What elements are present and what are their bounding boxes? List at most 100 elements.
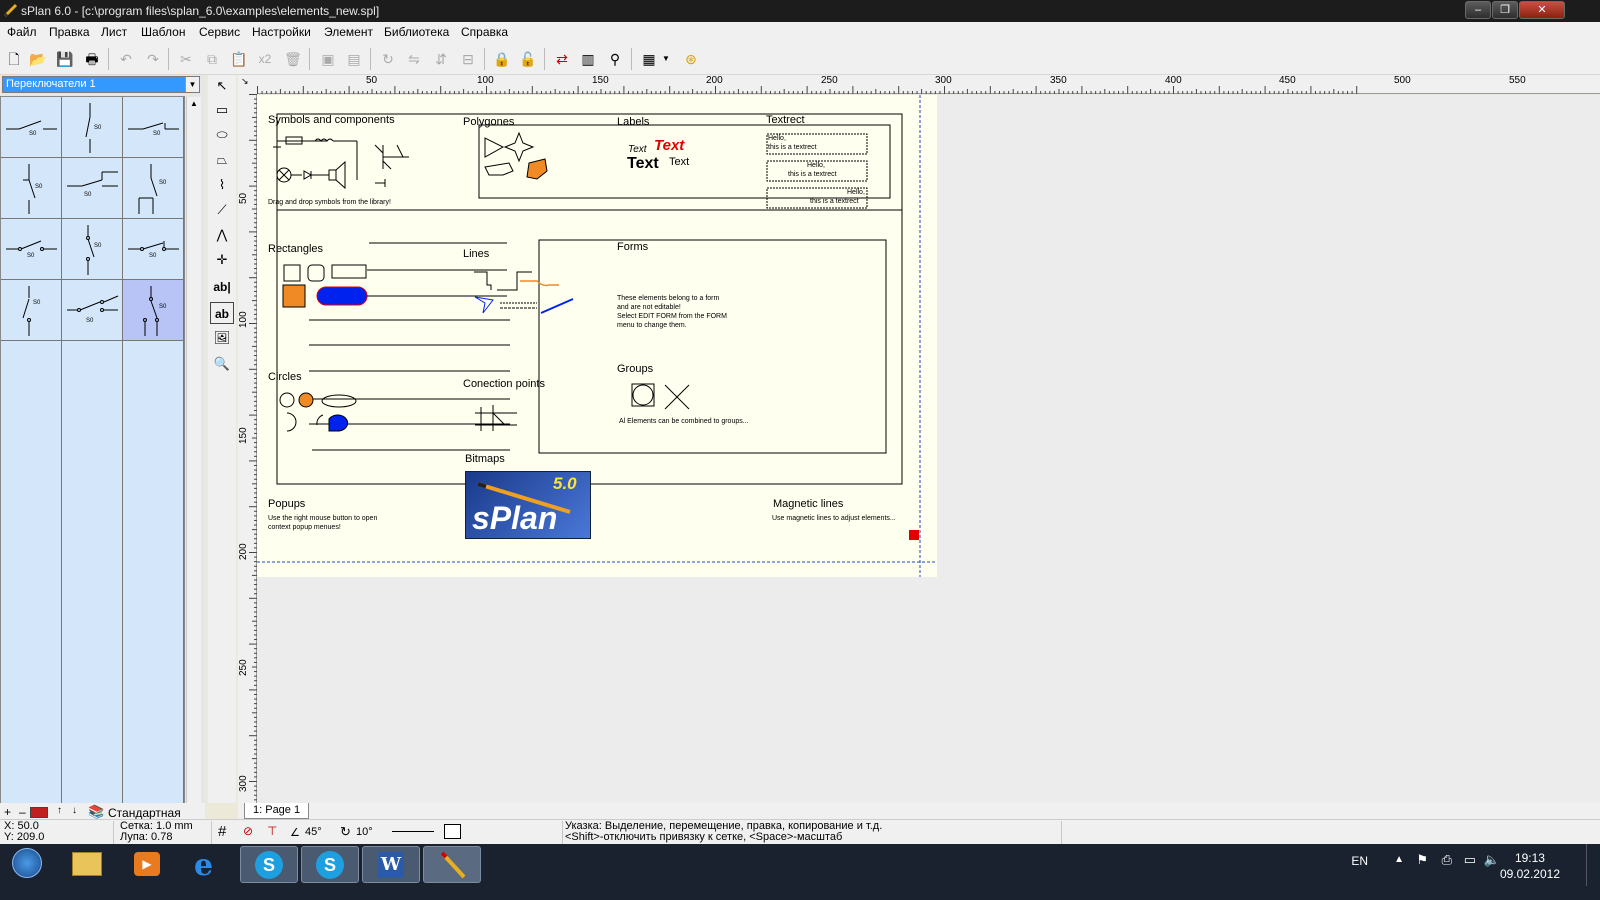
splan-logo-image[interactable]: 5.0 sPlan: [465, 471, 591, 539]
polygon-tool-icon[interactable]: ⏢: [210, 149, 234, 171]
group-circle[interactable]: [632, 384, 654, 406]
menu-edit[interactable]: Правка: [49, 25, 90, 39]
rect-blue-pill[interactable]: [316, 286, 368, 306]
textrect-tool-button[interactable]: ab: [210, 302, 234, 324]
menu-element[interactable]: Элемент: [324, 25, 373, 39]
rotate-step-icon[interactable]: ↻: [340, 824, 351, 840]
language-indicator[interactable]: EN: [1351, 854, 1368, 868]
bezier-tool-icon[interactable]: ⌇: [210, 174, 234, 196]
cut-icon[interactable]: ✂: [176, 49, 196, 69]
tab-page-1[interactable]: 1: Page 1: [244, 803, 310, 819]
magnetic-marker[interactable]: [909, 530, 919, 540]
binoculars-search-icon[interactable]: ⚲: [605, 49, 625, 69]
library-scrollbar[interactable]: ▲ ▼: [186, 97, 201, 817]
tray-network-icon[interactable]: ▭: [1464, 852, 1476, 868]
connection-point-icon[interactable]: ✛: [210, 249, 234, 271]
taskbar-internet-explorer[interactable]: e: [180, 846, 238, 883]
menu-sheet[interactable]: Лист: [101, 25, 127, 39]
library-edit-icon[interactable]: [30, 807, 48, 818]
symbol-switch-1[interactable]: S0: [1, 97, 62, 158]
taskbar-splan[interactable]: [423, 846, 481, 883]
start-button[interactable]: [2, 846, 52, 882]
fill-color-preview[interactable]: [444, 824, 461, 839]
print-icon[interactable]: 🖶: [82, 49, 102, 69]
rectangle-tool-icon[interactable]: ▭: [210, 99, 234, 121]
copy-icon[interactable]: ⧉: [202, 49, 222, 69]
unlock-icon[interactable]: 🔓: [518, 49, 538, 69]
label-plain-text[interactable]: Text: [669, 156, 689, 168]
symbol-switch-12-selected[interactable]: S0: [123, 280, 184, 341]
mirror-horizontal-icon[interactable]: ⇋: [404, 49, 424, 69]
symbol-switch-4[interactable]: S0: [1, 158, 62, 219]
library-select[interactable]: Переключатели 1 ▼: [2, 76, 200, 93]
paste-icon[interactable]: 📋: [229, 49, 249, 69]
label-bold-text[interactable]: Text: [627, 155, 659, 173]
ellipse[interactable]: [321, 394, 357, 408]
image-tool-icon[interactable]: 🖼: [210, 327, 234, 349]
minimize-button[interactable]: –: [1465, 1, 1491, 19]
polygon-shape[interactable]: [484, 162, 514, 176]
menu-help[interactable]: Справка: [461, 25, 508, 39]
taskbar-clock[interactable]: 19:13 09.02.2012: [1500, 850, 1560, 882]
line-style-preview[interactable]: [392, 831, 434, 832]
rect-wide[interactable]: [331, 264, 367, 279]
pin-icon[interactable]: ⊤: [267, 824, 277, 838]
zoom-lens-icon[interactable]: ⊛: [681, 49, 701, 69]
align-icon[interactable]: ⊟: [458, 49, 478, 69]
circle[interactable]: [279, 392, 295, 408]
pointer-arrow-icon[interactable]: ↖: [210, 75, 234, 97]
bring-front-icon[interactable]: ▣: [318, 49, 338, 69]
symbol-switch-3[interactable]: S0: [123, 97, 184, 158]
save-icon[interactable]: 💾: [55, 49, 75, 69]
show-desktop-button[interactable]: [1586, 844, 1600, 886]
library-book-icon[interactable]: 📚: [88, 804, 104, 820]
grid-toggle-icon[interactable]: #: [218, 823, 226, 840]
taskbar-skype[interactable]: S: [240, 846, 298, 883]
symbol-switch-2[interactable]: S0: [62, 97, 123, 158]
drawing-canvas[interactable]: Symbols and components Drag and drop sym…: [257, 95, 1600, 803]
rotate-value[interactable]: 10°: [356, 826, 373, 838]
rect-rounded[interactable]: [307, 264, 325, 282]
symbol-switch-8[interactable]: S0: [62, 219, 123, 280]
taskbar-explorer[interactable]: [58, 846, 116, 883]
polygon-triangle[interactable]: [484, 137, 505, 158]
chevron-down-icon[interactable]: ▼: [185, 77, 199, 92]
menu-library[interactable]: Библиотека: [384, 25, 449, 39]
line-blue[interactable]: [540, 298, 574, 314]
label-red-text[interactable]: Text: [654, 137, 684, 154]
symbol-switch-5[interactable]: S0: [62, 158, 123, 219]
symbol-switch-10[interactable]: S0: [1, 280, 62, 341]
tray-device-icon[interactable]: ⎙: [1442, 852, 1452, 868]
snap-magnet-icon[interactable]: ⊘: [243, 824, 253, 838]
label-italic-text[interactable]: Text: [628, 144, 647, 155]
menu-template[interactable]: Шаблон: [141, 25, 185, 39]
taskbar-media-player[interactable]: ▶: [118, 846, 176, 883]
library-book-icon[interactable]: ▥: [578, 49, 598, 69]
tray-chevron-up-icon[interactable]: ▲: [1394, 854, 1404, 865]
line-tool-icon[interactable]: ⟋: [210, 199, 234, 221]
move-up-icon[interactable]: ↑: [57, 805, 62, 816]
group-square[interactable]: [631, 383, 655, 407]
close-button[interactable]: ✕: [1519, 1, 1565, 19]
new-file-icon[interactable]: 🗋: [4, 49, 24, 69]
symbol-switch-7[interactable]: S0: [1, 219, 62, 280]
remove-icon[interactable]: –: [19, 805, 26, 819]
lock-icon[interactable]: 🔒: [492, 49, 512, 69]
redo-icon[interactable]: ↷: [143, 49, 163, 69]
angle-icon[interactable]: ∠: [290, 826, 300, 839]
taskbar-skype-tools[interactable]: S: [301, 846, 359, 883]
arc[interactable]: [286, 412, 297, 432]
polygon-orange[interactable]: [526, 158, 548, 180]
symbol-switch-6[interactable]: S0: [123, 158, 184, 219]
symbol-switch-9[interactable]: S0: [123, 219, 184, 280]
rotate-icon[interactable]: ↻: [378, 49, 398, 69]
menu-file[interactable]: Файл: [7, 25, 37, 39]
menu-settings[interactable]: Настройки: [252, 25, 311, 39]
add-icon[interactable]: +: [4, 805, 11, 819]
undo-icon[interactable]: ↶: [116, 49, 136, 69]
menu-service[interactable]: Сервис: [199, 25, 240, 39]
open-folder-icon[interactable]: 📂: [28, 49, 48, 69]
mirror-vertical-icon[interactable]: ⇵: [431, 49, 451, 69]
tray-flag-icon[interactable]: ⚑: [1416, 852, 1428, 868]
magnifier-tool-icon[interactable]: 🔍: [210, 353, 234, 375]
